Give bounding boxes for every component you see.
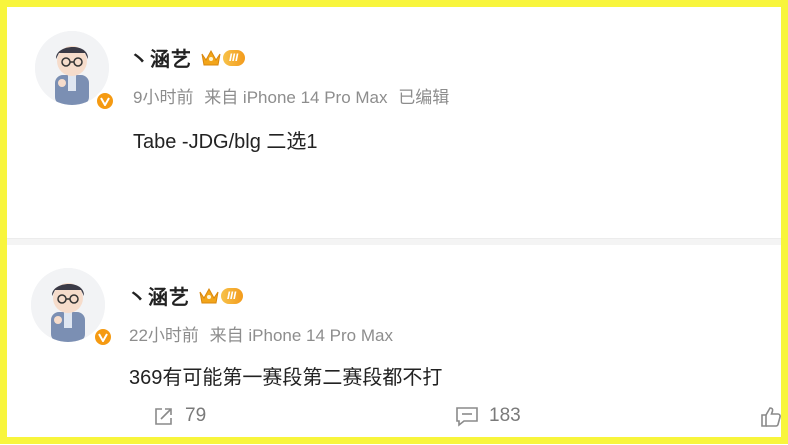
- member-level-badge[interactable]: III: [198, 285, 244, 307]
- comment-icon: [456, 407, 478, 427]
- thumbs-up-icon: [761, 407, 781, 427]
- post-content: 369有可能第一赛段第二赛段都不打: [129, 367, 443, 389]
- crown-icon: [199, 287, 219, 303]
- level-label: III: [223, 49, 246, 66]
- post-source: 来自 iPhone 14 Pro Max: [204, 88, 388, 107]
- edited-label[interactable]: 已编辑: [398, 88, 449, 107]
- author-row: 丶涵艺 III: [127, 281, 244, 310]
- verified-v-icon: [93, 327, 113, 347]
- screenshot-frame: 丶涵艺 III 9小时前 来自 iPhone 14 Pro Max 已编辑 Ta…: [0, 0, 788, 444]
- level-label: III: [221, 287, 244, 304]
- share-icon: [155, 408, 172, 425]
- post-time[interactable]: 22小时前: [129, 326, 199, 345]
- comment-count: 183: [489, 405, 521, 426]
- like-button[interactable]: [759, 405, 783, 429]
- post-meta: 9小时前 来自 iPhone 14 Pro Max 已编辑: [133, 83, 449, 108]
- author-name[interactable]: 丶涵艺: [127, 281, 190, 310]
- weibo-post: 丶涵艺 III 9小时前 来自 iPhone 14 Pro Max 已编辑 Ta…: [7, 7, 781, 238]
- post-divider: [7, 238, 781, 245]
- author-name[interactable]: 丶涵艺: [129, 43, 192, 72]
- crown-icon: [201, 49, 221, 65]
- post-meta: 22小时前 来自 iPhone 14 Pro Max: [129, 321, 393, 346]
- weibo-post: 丶涵艺 III 22小时前 来自 iPhone 14 Pro Max 369有可…: [7, 245, 781, 445]
- share-button[interactable]: 79: [153, 405, 206, 427]
- share-count: 79: [185, 405, 207, 426]
- member-level-badge[interactable]: III: [200, 47, 246, 69]
- verified-v-icon: [95, 91, 115, 111]
- author-row: 丶涵艺 III: [129, 43, 246, 72]
- post-content: Tabe -JDG/blg 二选1: [133, 131, 318, 153]
- post-time[interactable]: 9小时前: [133, 88, 193, 107]
- post-source: 来自 iPhone 14 Pro Max: [209, 326, 393, 345]
- comment-button[interactable]: 183: [455, 405, 521, 427]
- post-actions: 79 183: [7, 405, 781, 435]
